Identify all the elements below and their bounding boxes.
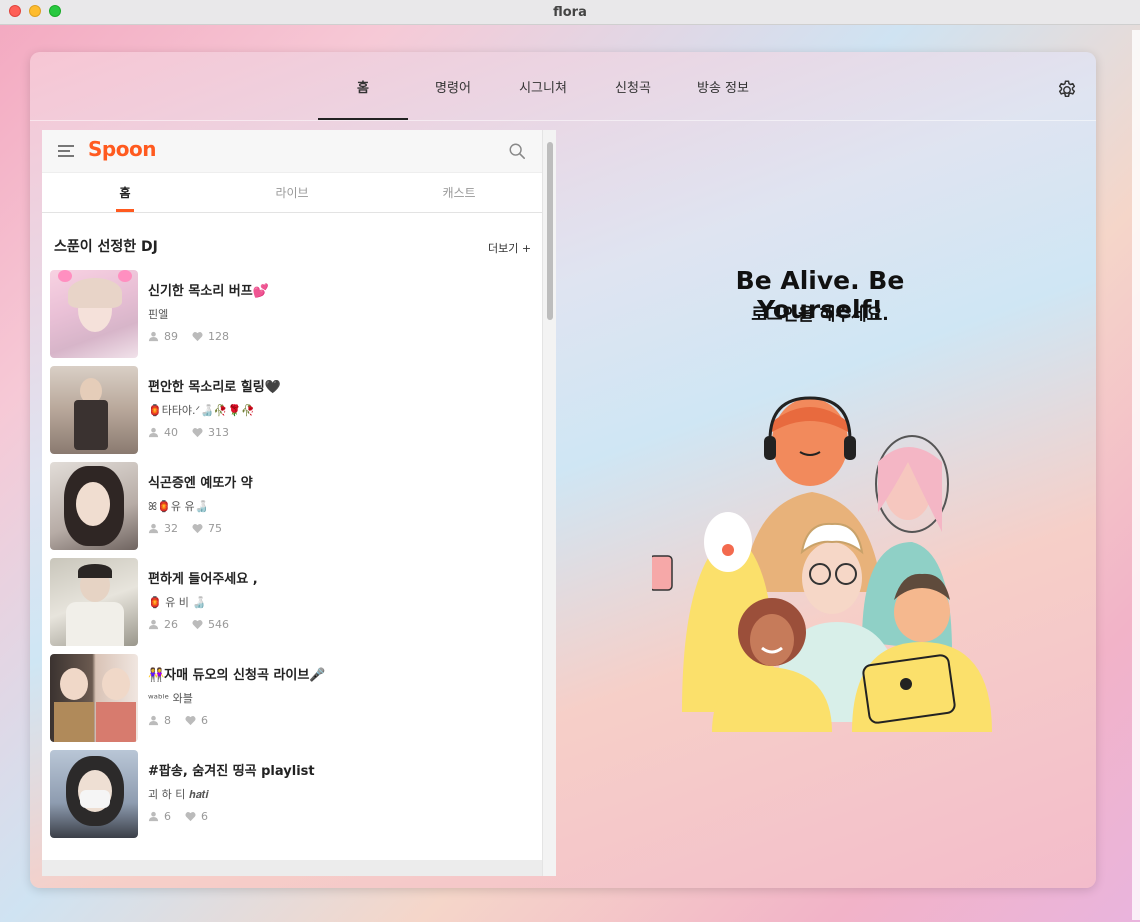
window-title: flora [553, 4, 587, 20]
heart-icon [192, 620, 203, 630]
zoom-window-button[interactable] [49, 5, 61, 17]
like-count: 128 [208, 330, 229, 343]
list-item[interactable]: 편안한 목소리로 힐링🖤 🏮타타야.ᐟ🍶🥀🌹🥀 40 313 [50, 366, 530, 456]
spoon-tab-home-label: 홈 [119, 185, 131, 200]
dj-title: 식곤증엔 예또가 약 [148, 476, 253, 491]
list-item[interactable]: 👭자매 듀오의 신청곡 라이브🎤 ʷᵃᵇˡᵉ 와블 8 6 [50, 654, 530, 744]
dj-nickname: ꕤ🏮유 유🍶 [148, 500, 209, 513]
spoon-tab-cast[interactable]: 캐스트 [376, 172, 542, 212]
tab-broadcast-info[interactable]: 방송 정보 [678, 52, 768, 120]
listener-icon [148, 427, 159, 438]
dj-nickname: 🏮 유 비 🍶 [148, 596, 207, 609]
scrollbar-thumb[interactable] [547, 142, 553, 320]
dj-thumbnail [50, 750, 138, 838]
dj-title: 신기한 목소리 버프💕 [148, 284, 269, 299]
dj-thumbnail [50, 654, 138, 742]
bottom-bar [42, 860, 542, 876]
listener-count: 40 [164, 426, 178, 439]
like-count: 546 [208, 618, 229, 631]
list-item[interactable]: 편하게 들어주세요 , 🏮 유 비 🍶 26 546 [50, 558, 530, 648]
list-item[interactable]: 신기한 목소리 버프💕 핀엘 89 128 [50, 270, 530, 360]
menu-icon[interactable] [58, 145, 74, 157]
heart-icon [192, 428, 203, 438]
dj-title: #팝송, 숨겨진 띵곡 playlist [148, 764, 315, 779]
dj-title: 편안한 목소리로 힐링🖤 [148, 380, 281, 395]
desktop-scrollbar [1132, 30, 1140, 920]
listener-icon [148, 619, 159, 630]
spoon-logo[interactable]: Spoon [88, 137, 156, 161]
dj-nickname: 괴 하 티 𝒉𝒂𝒕𝒊 [148, 788, 209, 801]
window-titlebar: flora [0, 0, 1140, 25]
heart-icon [185, 716, 196, 726]
like-count: 75 [208, 522, 222, 535]
dj-thumbnail [50, 270, 138, 358]
listener-count: 89 [164, 330, 178, 343]
webview-scrollbar[interactable] [542, 130, 556, 876]
tab-requests[interactable]: 신청곡 [588, 52, 678, 120]
dj-stats: 26 546 [148, 618, 229, 631]
dj-thumbnail [50, 462, 138, 550]
listener-icon [148, 715, 159, 726]
dj-thumbnail [50, 366, 138, 454]
dj-stats: 89 128 [148, 330, 229, 343]
like-count: 6 [201, 714, 208, 727]
heart-icon [192, 332, 203, 342]
dj-nickname: ʷᵃᵇˡᵉ 와블 [148, 692, 193, 705]
heart-icon [192, 524, 203, 534]
like-count: 313 [208, 426, 229, 439]
dj-title: 편하게 들어주세요 , [148, 572, 258, 587]
spoon-tab-home[interactable]: 홈 [42, 172, 208, 212]
traffic-lights [9, 5, 61, 17]
listener-count: 6 [164, 810, 171, 823]
listener-count: 32 [164, 522, 178, 535]
top-nav: 홈 명령어 시그니쳐 신청곡 방송 정보 [30, 52, 1096, 121]
listener-count: 8 [164, 714, 171, 727]
spoon-tabs: 홈 라이브 캐스트 [42, 172, 542, 213]
dj-nickname: 핀엘 [148, 308, 169, 321]
people-illustration [652, 396, 992, 732]
listener-icon [148, 331, 159, 342]
tab-home[interactable]: 홈 [318, 52, 408, 120]
heart-icon [185, 812, 196, 822]
dj-stats: 40 313 [148, 426, 229, 439]
listener-count: 26 [164, 618, 178, 631]
spoon-webview: Spoon 홈 라이브 캐스트 스푼이 선정한 DJ 더보기 + 신기한 목소리… [42, 130, 556, 876]
spoon-tab-live[interactable]: 라이브 [208, 172, 376, 212]
listener-icon [148, 811, 159, 822]
close-window-button[interactable] [9, 5, 21, 17]
more-link[interactable]: 더보기 + [488, 240, 531, 256]
dj-nickname: 🏮타타야.ᐟ🍶🥀🌹🥀 [148, 404, 255, 417]
dj-stats: 6 6 [148, 810, 208, 823]
like-count: 6 [201, 810, 208, 823]
list-item[interactable]: 식곤증엔 예또가 약 ꕤ🏮유 유🍶 32 75 [50, 462, 530, 552]
tab-signature[interactable]: 시그니쳐 [498, 52, 588, 120]
dj-thumbnail [50, 558, 138, 646]
listener-icon [148, 523, 159, 534]
app-panel: 홈 명령어 시그니쳐 신청곡 방송 정보 Spoon 홈 라이브 캐스트 스푼이… [30, 52, 1096, 888]
dj-title: 👭자매 듀오의 신청곡 라이브🎤 [148, 668, 326, 683]
tab-commands[interactable]: 명령어 [408, 52, 498, 120]
gear-icon[interactable] [1056, 79, 1078, 101]
list-item[interactable]: #팝송, 숨겨진 띵곡 playlist 괴 하 티 𝒉𝒂𝒕𝒊 6 6 [50, 750, 530, 840]
active-tab-indicator [116, 209, 134, 212]
section-title: 스푼이 선정한 DJ [54, 239, 158, 255]
search-icon[interactable] [508, 142, 526, 160]
minimize-window-button[interactable] [29, 5, 41, 17]
dj-stats: 32 75 [148, 522, 222, 535]
spoon-header: Spoon [42, 130, 542, 173]
hero-subtitle: 로그인을 해주세요. [751, 305, 889, 325]
dj-stats: 8 6 [148, 714, 208, 727]
